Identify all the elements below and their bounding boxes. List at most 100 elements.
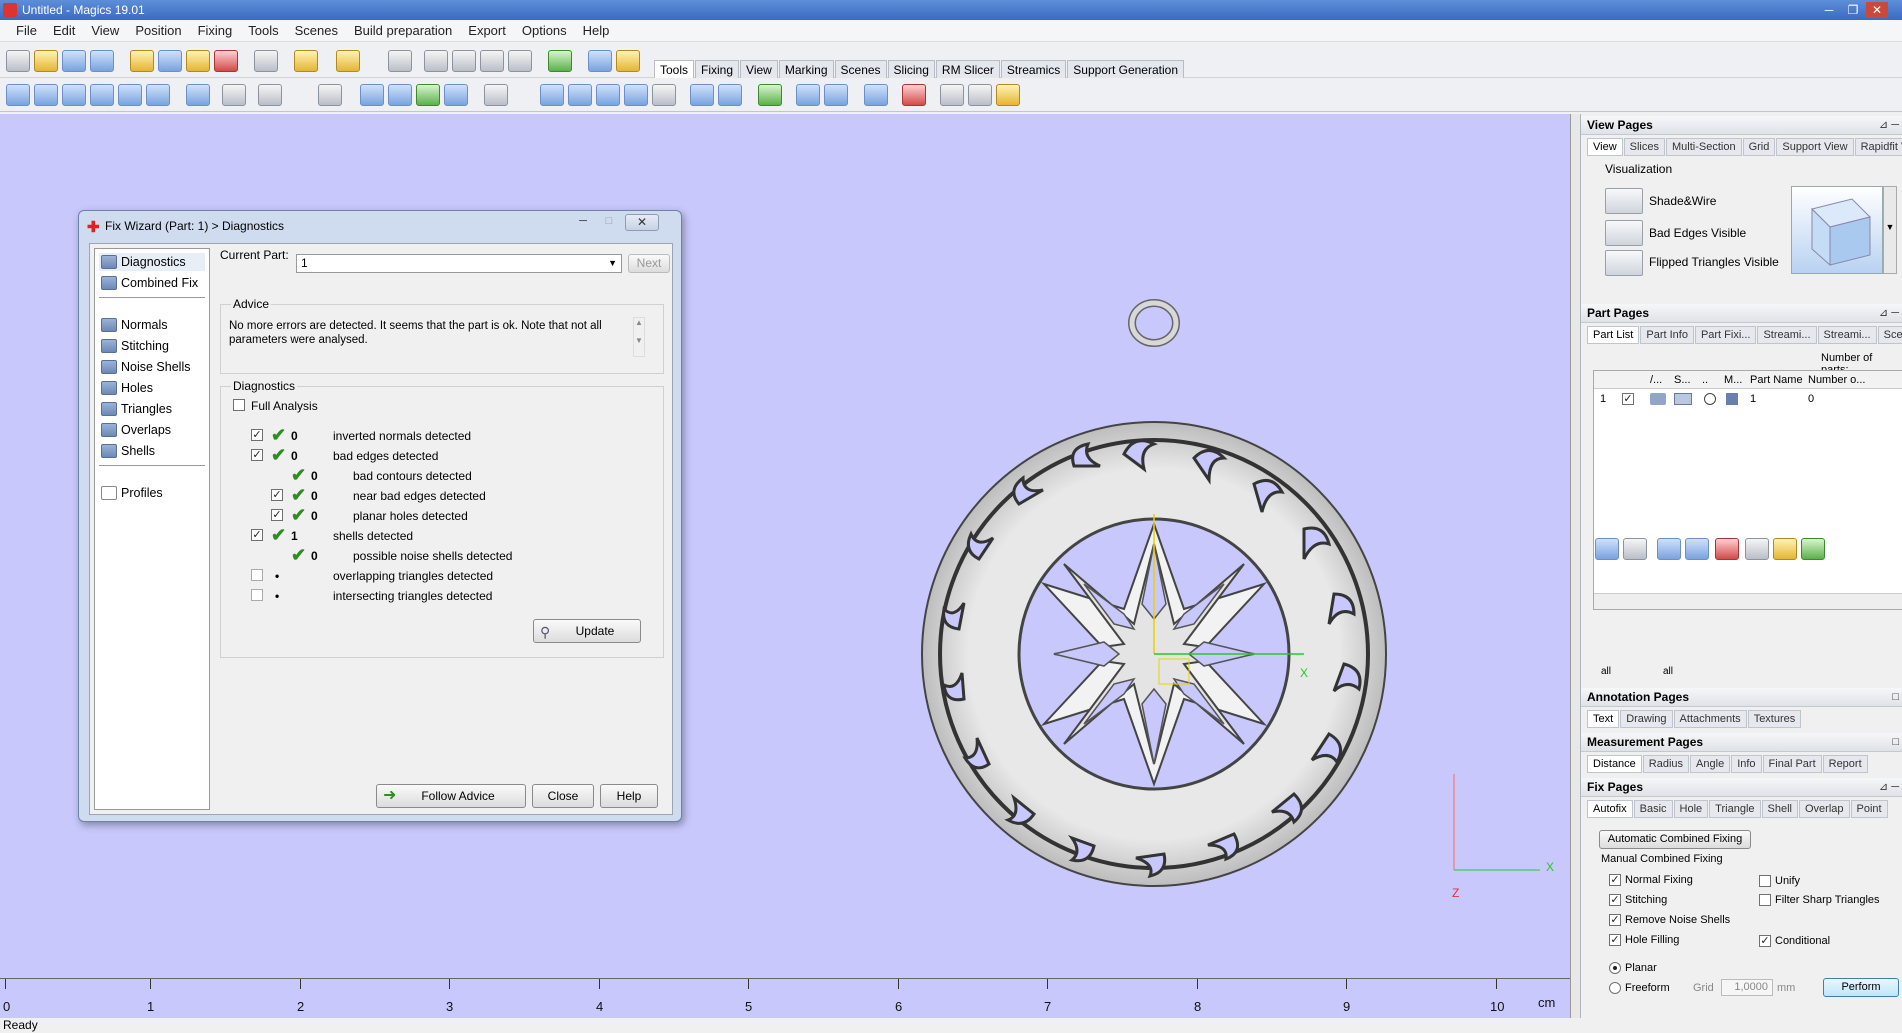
mirror-icon[interactable] xyxy=(90,84,114,106)
tab-scenes[interactable]: Scenes xyxy=(834,60,887,78)
select-icon[interactable] xyxy=(388,50,412,72)
zoom-icon[interactable] xyxy=(480,50,504,72)
tab-angle[interactable]: Angle xyxy=(1690,755,1731,773)
tab-part-list[interactable]: Part List xyxy=(1587,326,1640,344)
surface-icon[interactable] xyxy=(652,84,676,106)
wrap-icon[interactable] xyxy=(568,84,592,106)
diag-checkbox[interactable] xyxy=(271,489,283,501)
freeform-radio[interactable] xyxy=(1609,982,1621,994)
open-folder-icon[interactable] xyxy=(34,50,58,72)
tab-support-view[interactable]: Support View xyxy=(1776,138,1854,156)
tab-rapidfit-view[interactable]: Rapidfit View xyxy=(1854,138,1902,156)
unload-part-icon[interactable] xyxy=(214,50,238,72)
unify-checkbox[interactable] xyxy=(1759,875,1771,887)
nav-shells[interactable]: Shells xyxy=(99,442,155,460)
part-visible-checkbox[interactable] xyxy=(1622,393,1634,405)
tab-streamics-2[interactable]: Streami... xyxy=(1817,326,1877,344)
texture-icon[interactable] xyxy=(968,84,992,106)
dialog-maximize-button[interactable]: □ xyxy=(597,215,621,231)
column-header[interactable]: .. xyxy=(1702,374,1708,386)
grid-input[interactable]: 1,0000 xyxy=(1721,979,1773,996)
new-file-icon[interactable] xyxy=(6,50,30,72)
smooth-icon[interactable] xyxy=(596,84,620,106)
tab-point[interactable]: Point xyxy=(1850,800,1888,818)
maximize-button[interactable]: ❐ xyxy=(1842,2,1864,18)
cut-icon[interactable] xyxy=(186,84,210,106)
update-button[interactable]: ⚲ Update xyxy=(533,619,641,643)
perform-button[interactable]: Perform xyxy=(1823,978,1899,997)
translate-icon[interactable] xyxy=(6,84,30,106)
column-header[interactable]: /... xyxy=(1650,374,1662,386)
tab-text[interactable]: Text xyxy=(1587,710,1620,728)
load-scene-icon[interactable] xyxy=(186,50,210,72)
nav-overlaps[interactable]: Overlaps xyxy=(99,421,171,439)
extrude-icon[interactable] xyxy=(540,84,564,106)
pin-icon[interactable]: ⊿ ─ xyxy=(1879,304,1899,323)
pin-icon[interactable]: ⊿ ─ xyxy=(1879,116,1899,135)
tab-report[interactable]: Report xyxy=(1822,755,1868,773)
dialog-close-button[interactable]: ✕ xyxy=(625,214,659,231)
column-header[interactable]: Part Name xyxy=(1750,374,1803,386)
help-icon[interactable] xyxy=(588,50,612,72)
copy-icon[interactable] xyxy=(222,84,246,106)
diag-checkbox[interactable] xyxy=(251,529,263,541)
box-icon[interactable] xyxy=(690,84,714,106)
automatic-combined-fixing-button[interactable]: Automatic Combined Fixing xyxy=(1599,830,1751,849)
tab-marking[interactable]: Marking xyxy=(778,60,834,78)
tab-fixing[interactable]: Fixing xyxy=(695,60,740,78)
minimize-button[interactable]: ─ xyxy=(1818,2,1840,18)
hollow-icon[interactable] xyxy=(360,84,384,106)
check-all-icon[interactable] xyxy=(1623,538,1647,560)
tab-multi-section[interactable]: Multi-Section xyxy=(1666,138,1742,156)
close-window-button[interactable]: ✕ xyxy=(1866,2,1888,18)
menu-edit[interactable]: Edit xyxy=(45,23,83,38)
label-icon[interactable] xyxy=(996,84,1020,106)
nav-normals[interactable]: Normals xyxy=(99,316,168,334)
menu-scenes[interactable]: Scenes xyxy=(287,23,346,38)
deselect-all-icon[interactable] xyxy=(1657,538,1681,560)
cut-punch-icon[interactable] xyxy=(444,84,468,106)
diag-checkbox[interactable] xyxy=(251,429,263,441)
diag-checkbox[interactable] xyxy=(251,569,263,581)
part-tag-icon[interactable] xyxy=(1773,538,1797,560)
menu-fixing[interactable]: Fixing xyxy=(190,23,241,38)
rescale-icon[interactable] xyxy=(118,84,142,106)
part-pages-header[interactable]: Part Pages ⊿ ─ xyxy=(1581,304,1902,323)
tab-streamics-1[interactable]: Streami... xyxy=(1757,326,1817,344)
measure-icon[interactable] xyxy=(796,84,820,106)
table-row[interactable]: 1 1 0 xyxy=(1594,391,1902,409)
filter-sharp-triangles-checkbox[interactable] xyxy=(1759,894,1771,906)
follow-advice-button[interactable]: ➜ Follow Advice xyxy=(376,784,526,808)
menu-file[interactable]: File xyxy=(8,23,45,38)
reduce-icon[interactable] xyxy=(624,84,648,106)
zoom-window-icon[interactable] xyxy=(508,50,532,72)
menu-export[interactable]: Export xyxy=(460,23,514,38)
remove-noise-shells-checkbox[interactable] xyxy=(1609,914,1621,926)
rotate-icon[interactable] xyxy=(424,50,448,72)
planar-radio[interactable] xyxy=(1609,962,1621,974)
diag-checkbox[interactable] xyxy=(251,589,263,601)
tab-rm-slicer[interactable]: RM Slicer xyxy=(935,60,1000,78)
tab-drawing[interactable]: Drawing xyxy=(1620,710,1673,728)
tab-autofix[interactable]: Autofix xyxy=(1587,800,1633,818)
tab-view-pages-view[interactable]: View xyxy=(1587,138,1623,156)
part-export-icon[interactable] xyxy=(1801,538,1825,560)
tab-part-info[interactable]: Part Info xyxy=(1640,326,1694,344)
expand-icon[interactable]: □ xyxy=(1892,688,1899,707)
column-header[interactable]: Number o... xyxy=(1808,374,1865,386)
tab-slices[interactable]: Slices xyxy=(1623,138,1665,156)
save-icon[interactable] xyxy=(62,50,86,72)
view-cube-icon[interactable] xyxy=(1791,186,1883,274)
view-cube-dropdown[interactable]: ▼ xyxy=(1883,186,1897,274)
invert-icon[interactable] xyxy=(1685,538,1709,560)
analysis-icon[interactable] xyxy=(824,84,848,106)
tab-support-generation[interactable]: Support Generation xyxy=(1067,60,1185,78)
tab-slicing[interactable]: Slicing xyxy=(887,60,935,78)
part-copy-icon[interactable] xyxy=(1745,538,1769,560)
print-icon[interactable] xyxy=(254,50,278,72)
tab-streamics[interactable]: Streamics xyxy=(1000,60,1067,78)
measurement-pages-header[interactable]: Measurement Pages □ xyxy=(1581,733,1902,752)
nav-noise-shells[interactable]: Noise Shells xyxy=(99,358,190,376)
tab-textures[interactable]: Textures xyxy=(1747,710,1802,728)
part-list-table[interactable]: /... S... .. M... Part Name Number o... … xyxy=(1593,370,1902,610)
